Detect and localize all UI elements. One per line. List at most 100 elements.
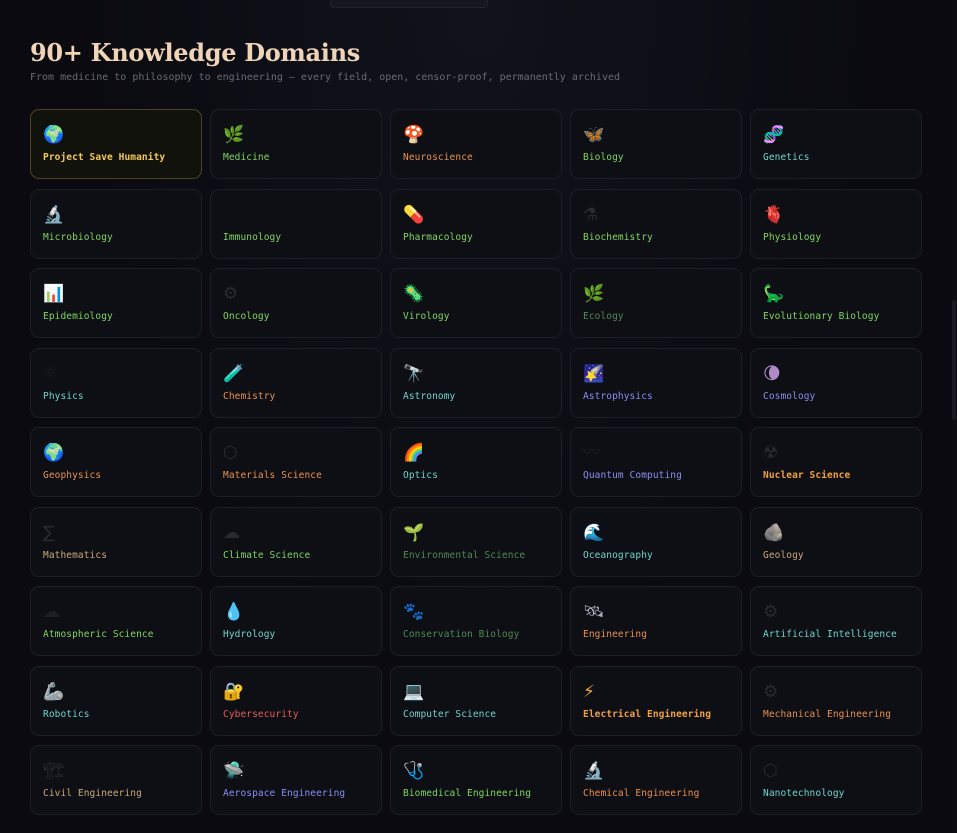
domain-label: Aerospace Engineering xyxy=(223,788,346,799)
domain-card[interactable]: 🌍 Project Save Humanity xyxy=(30,109,202,179)
domain-card[interactable]: 💧 Hydrology xyxy=(210,586,382,656)
domain-card[interactable]: 🫀 Physiology xyxy=(750,188,922,259)
domain-card[interactable]: 🦋 Biology xyxy=(570,109,742,179)
scrollbar[interactable] xyxy=(951,0,957,833)
domain-card[interactable]: 〰 Quantum Computing xyxy=(570,427,742,497)
domain-card[interactable]: 🛸 Aerospace Engineering xyxy=(210,745,382,815)
domain-card[interactable]: 🌱 Environmental Science xyxy=(390,506,562,577)
domain-card[interactable]: 🏗 Civil Engineering xyxy=(30,745,202,815)
domain-card[interactable]: 🌘 Cosmology xyxy=(750,347,922,418)
domain-card[interactable]: ☁ Atmospheric Science xyxy=(30,586,202,656)
domain-card[interactable]: 🌊 Oceanography xyxy=(570,506,742,577)
domain-card[interactable]: 🛰 Engineering xyxy=(570,586,742,656)
gear-icon: ⚙ xyxy=(763,602,779,622)
domain-card[interactable]: 🦕 Evolutionary Biology xyxy=(750,268,922,338)
domain-label: Artificial Intelligence xyxy=(763,629,897,640)
scrollbar-thumb[interactable] xyxy=(952,300,956,420)
domain-label: Immunology xyxy=(223,231,282,243)
domain-card[interactable]: ⚛ Physics xyxy=(30,347,202,418)
domain-card[interactable]: 🍄 Neuroscience xyxy=(390,109,562,179)
domain-card[interactable]: 🧪 Chemistry xyxy=(210,347,382,418)
section-title: 90+ Knowledge Domains xyxy=(30,38,360,67)
domain-card[interactable]: 📊 Epidemiology xyxy=(30,268,202,338)
domain-card[interactable]: ⬡ Nanotechnology xyxy=(750,745,922,815)
domain-card[interactable]: 💻 Computer Science xyxy=(390,665,562,736)
domain-card[interactable]: 🌿 Ecology xyxy=(570,268,742,338)
domain-card[interactable]: 🌠 Astrophysics xyxy=(570,347,742,418)
domain-label: Electrical Engineering xyxy=(583,708,712,720)
domain-card[interactable]: 🐾 Conservation Biology xyxy=(390,586,562,656)
domain-card[interactable]: ☁ Climate Science xyxy=(210,506,382,577)
bar-chart-icon: 📊 xyxy=(43,284,65,304)
cloud-icon: ☁ xyxy=(43,602,60,622)
domain-card[interactable]: ⚙ Artificial Intelligence xyxy=(750,586,922,656)
domain-label: Biology xyxy=(583,152,624,163)
domain-label: Chemistry xyxy=(223,390,276,402)
telescope-icon: 🔭 xyxy=(403,363,425,384)
hexagon-icon: ⬡ xyxy=(223,443,238,463)
domain-card[interactable]: 🌈 Optics xyxy=(390,427,562,497)
domain-card[interactable]: 🔬 Microbiology xyxy=(30,188,202,259)
domain-card[interactable]: 🦠 Virology xyxy=(390,268,562,338)
domain-card[interactable]: ⬡ Materials Science xyxy=(210,427,382,497)
domain-card[interactable]: 🩺 Biomedical Engineering xyxy=(390,745,562,815)
domain-card[interactable]: 🦾 Robotics xyxy=(30,665,202,736)
domain-card[interactable]: ⚡ Electrical Engineering xyxy=(570,665,742,736)
domain-label: Astrophysics xyxy=(583,390,653,402)
shooting-star-icon: 🌠 xyxy=(583,363,605,384)
domain-card[interactable]: 🔐 Cybersecurity xyxy=(210,665,382,736)
domain-card[interactable]: ⚗ Biochemistry xyxy=(570,188,742,259)
satellite-icon: 🛰 xyxy=(583,602,605,622)
domain-label: Robotics xyxy=(43,708,90,720)
droplet-icon: 💧 xyxy=(223,602,245,622)
domain-label: Computer Science xyxy=(403,708,497,720)
microscope-icon: 🔬 xyxy=(583,761,605,781)
domain-card[interactable]: 🔬 Chemical Engineering xyxy=(570,745,742,815)
dna-icon: 🧬 xyxy=(763,125,785,145)
stethoscope-icon: 🩺 xyxy=(403,761,425,781)
domain-label: Epidemiology xyxy=(43,311,113,322)
domain-label: Nuclear Science xyxy=(763,470,851,481)
section-subtitle: From medicine to philosophy to engineeri… xyxy=(30,72,621,83)
domain-label: Quantum Computing xyxy=(583,470,682,481)
domain-card[interactable]: 💊 Pharmacology xyxy=(390,188,562,259)
domain-card[interactable]: 🔭 Astronomy xyxy=(390,347,562,418)
laptop-icon: 💻 xyxy=(403,681,425,702)
globe-icon: 🌍 xyxy=(43,443,65,463)
flask-icon: ⚗ xyxy=(583,204,599,225)
dinosaur-icon: 🦕 xyxy=(763,284,785,304)
domain-card[interactable]: ∑ Mathematics xyxy=(30,506,202,577)
domain-label: Genetics xyxy=(763,152,810,163)
domain-card[interactable]: 🌿 Medicine xyxy=(210,109,382,179)
domain-card[interactable]: ⚙ Oncology xyxy=(210,268,382,338)
domain-label: Neuroscience xyxy=(403,152,473,163)
domains-grid: 🌍 Project Save Humanity 🌿 Medicine 🍄 Neurosci… xyxy=(30,109,923,815)
domain-label: Evolutionary Biology xyxy=(763,311,880,322)
domain-label: Medicine xyxy=(223,152,270,163)
microbe-icon: 🦠 xyxy=(403,284,425,304)
herb-icon: 🌿 xyxy=(583,284,605,304)
domain-card[interactable]: ⚙ Mechanical Engineering xyxy=(750,665,922,736)
domain-label: Biochemistry xyxy=(583,231,653,243)
domain-card[interactable]: 🪨 Geology xyxy=(750,506,922,577)
domain-card[interactable]: Immunology xyxy=(210,188,382,259)
domain-card[interactable]: 🧬 Genetics xyxy=(750,109,922,179)
lightning-icon: ⚡ xyxy=(583,681,595,702)
herb-icon: 🌿 xyxy=(223,125,245,145)
domain-label: Cybersecurity xyxy=(223,708,299,720)
top-nav-bar[interactable] xyxy=(330,0,488,8)
domain-card[interactable]: ☢ Nuclear Science xyxy=(750,427,922,497)
domain-label: Environmental Science xyxy=(403,549,526,561)
ocean-wave-icon: 🌊 xyxy=(583,522,605,543)
atom-icon: ⚛ xyxy=(43,363,59,384)
pill-icon: 💊 xyxy=(403,204,425,225)
domain-label: Pharmacology xyxy=(403,231,473,243)
hexagon-icon: ⬡ xyxy=(763,761,778,781)
rainbow-icon: 🌈 xyxy=(403,443,425,463)
globe-icon: 🌍 xyxy=(43,125,65,145)
domain-label: Civil Engineering xyxy=(43,788,142,799)
domain-card[interactable]: 🌍 Geophysics xyxy=(30,427,202,497)
mushroom-icon: 🍄 xyxy=(403,125,425,145)
domain-label: Ecology xyxy=(583,311,624,322)
domain-label: Atmospheric Science xyxy=(43,629,154,640)
